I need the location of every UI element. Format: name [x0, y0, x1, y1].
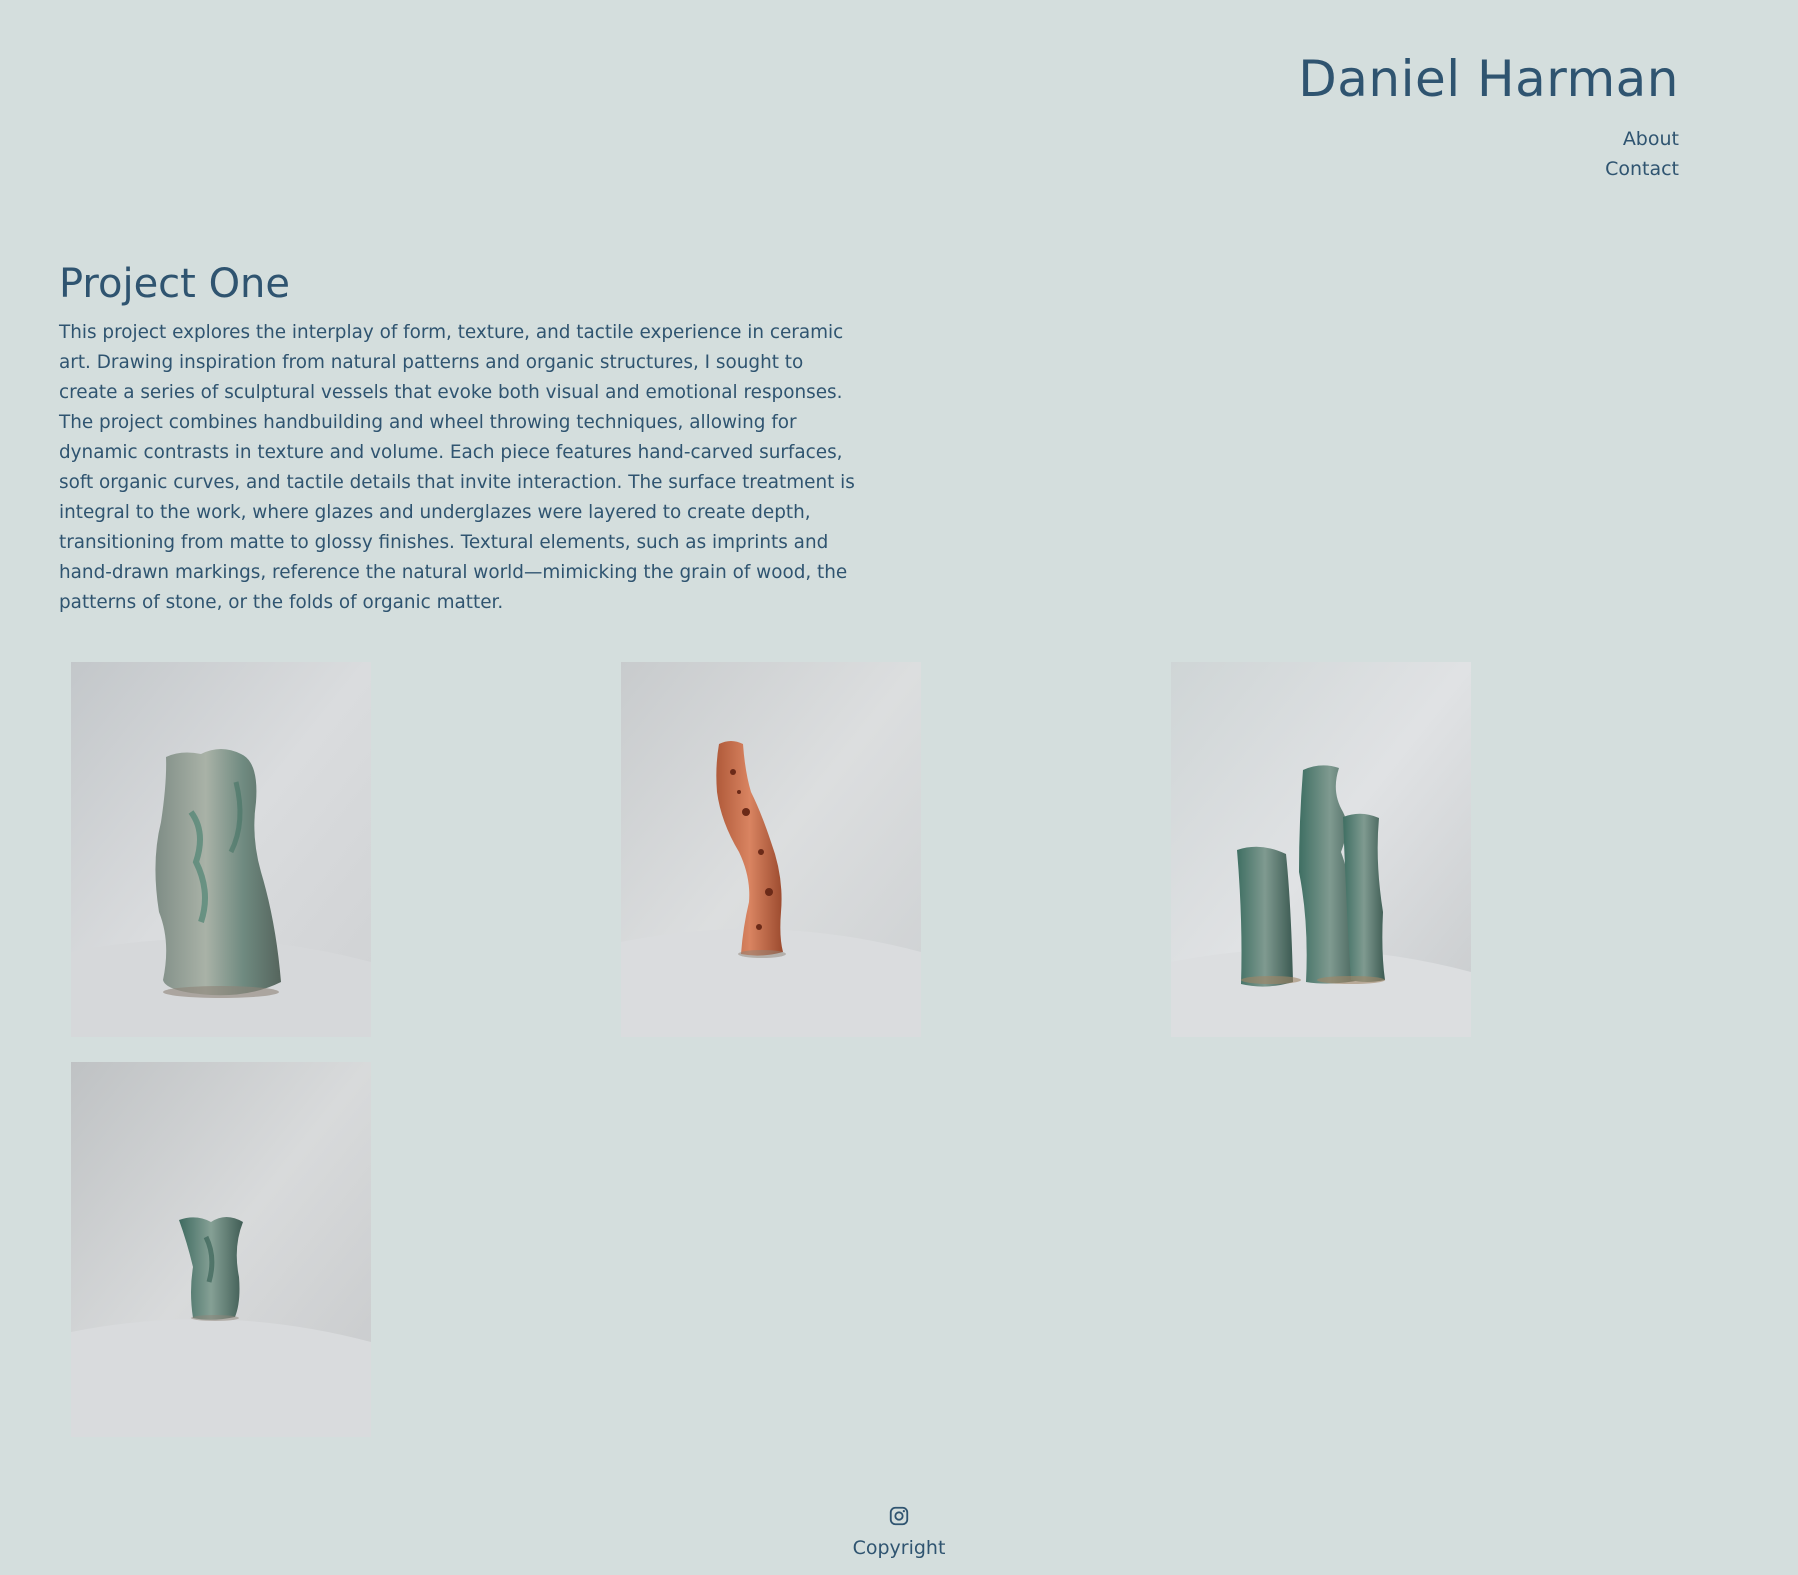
gallery-image-2[interactable] [621, 662, 921, 1037]
nav-about-link[interactable]: About [1298, 124, 1679, 154]
green-vase-photo [71, 662, 371, 1037]
nav-contact-link[interactable]: Contact [1298, 154, 1679, 184]
instagram-link[interactable] [888, 1505, 910, 1531]
project-description: This project explores the interplay of f… [59, 322, 855, 613]
gallery-image-3[interactable] [1171, 662, 1471, 1037]
gallery-image-1[interactable] [71, 662, 371, 1037]
gallery-image-4[interactable] [71, 1062, 371, 1437]
copyright-text: Copyright [852, 1537, 946, 1559]
main-nav: About Contact [1298, 124, 1679, 184]
orange-vase-photo [621, 662, 921, 1037]
site-footer: Copyright [0, 1505, 1798, 1563]
project-title: Project One [59, 261, 291, 307]
instagram-icon [889, 1506, 909, 1526]
site-title[interactable]: Daniel Harman [1298, 44, 1679, 114]
small-green-vase-photo [71, 1062, 371, 1437]
vessel-group-photo [1171, 662, 1471, 1037]
site-header: Daniel Harman About Contact [1298, 44, 1679, 184]
